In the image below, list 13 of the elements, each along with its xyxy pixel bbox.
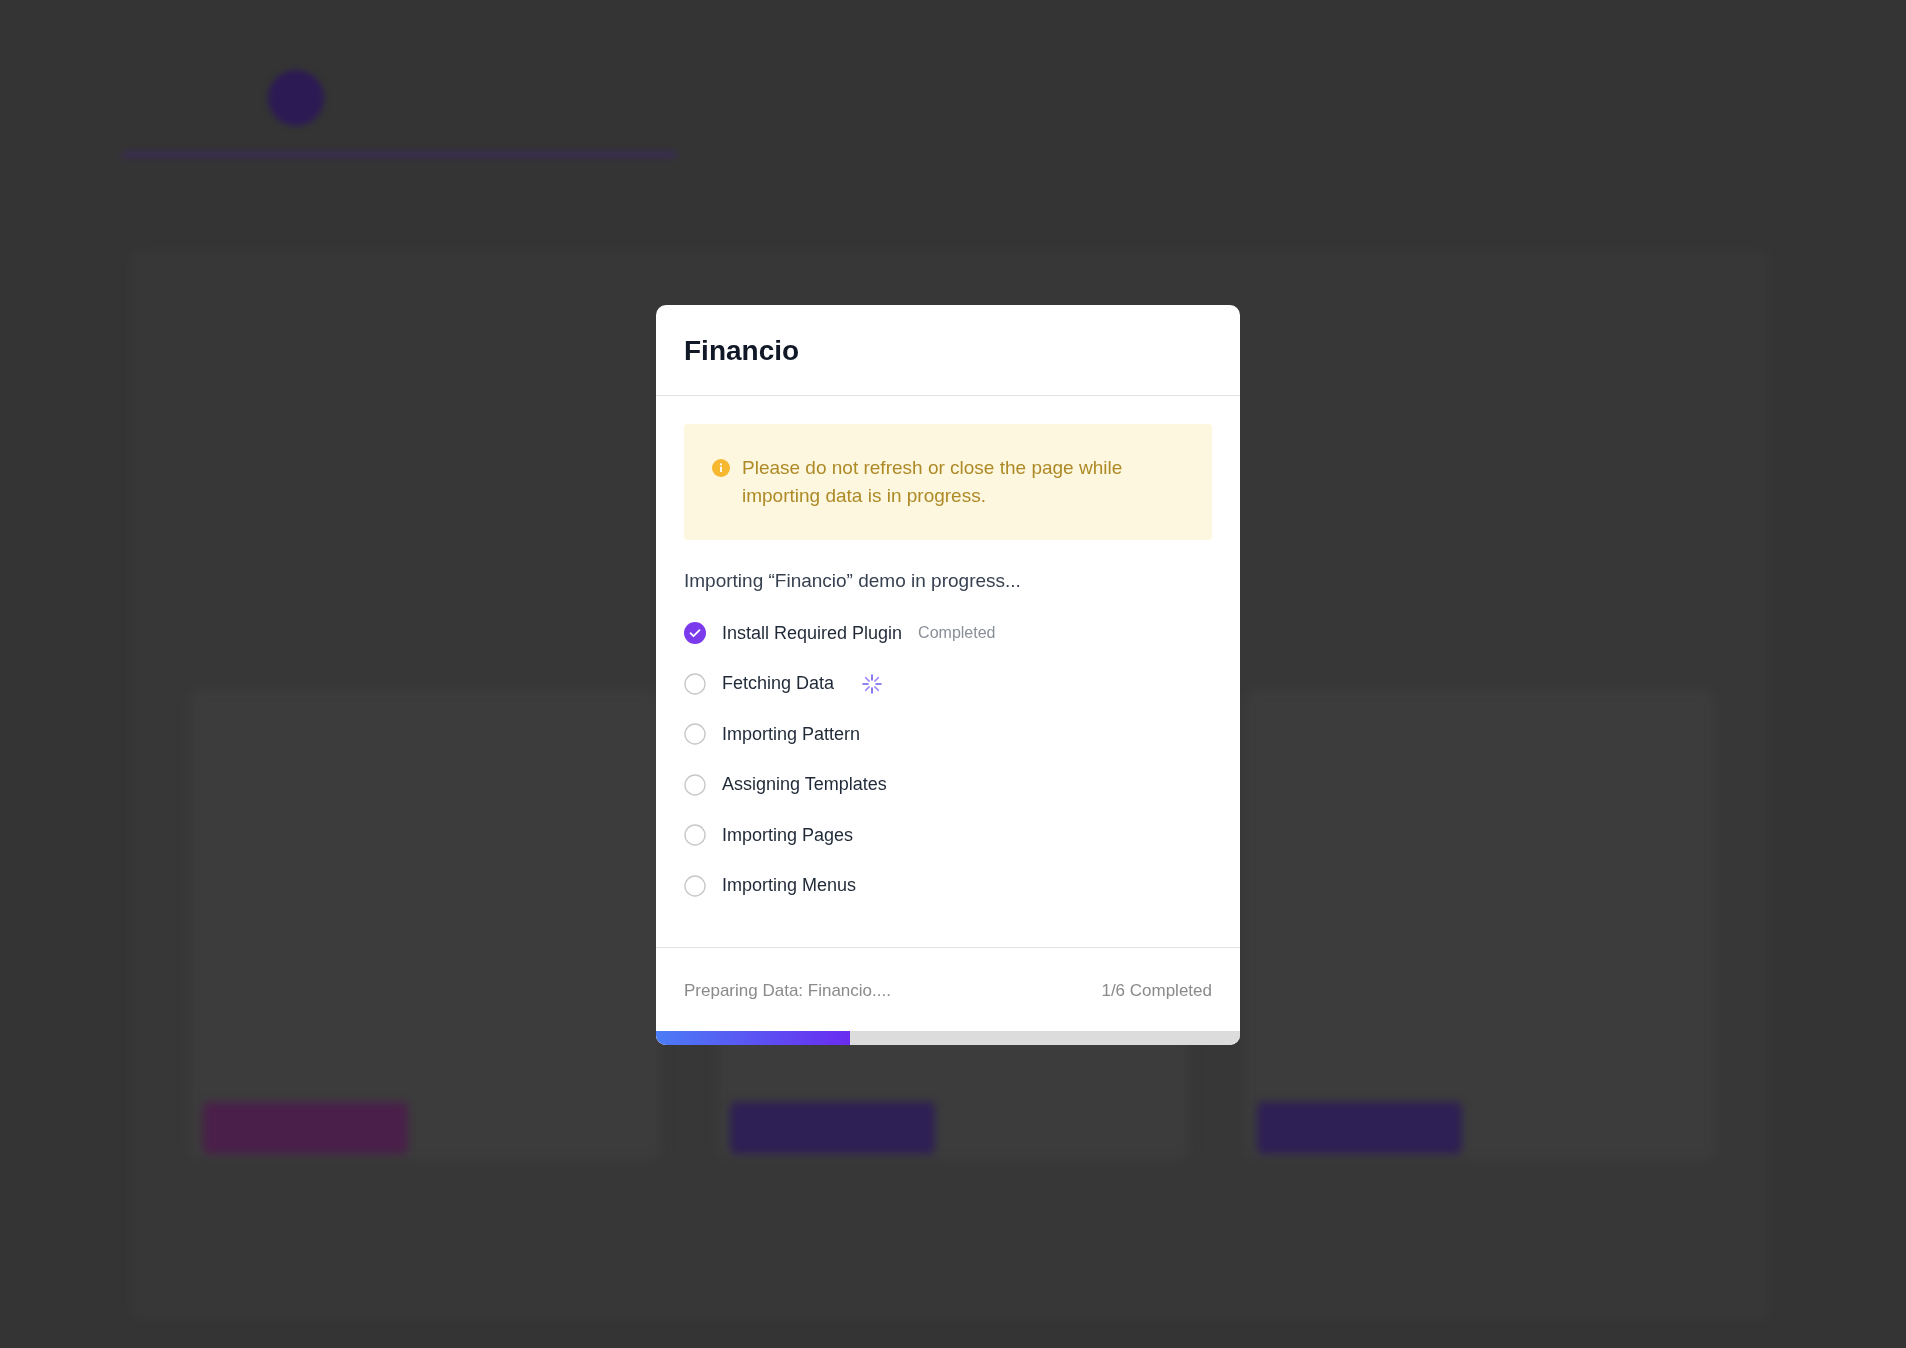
completed-count: 1/6 Completed <box>1101 980 1212 1001</box>
step-label: Importing Pattern <box>722 723 861 745</box>
footer-status-text: Preparing Data: Financio.... <box>684 980 891 1001</box>
step-label: Assigning Templates <box>722 774 887 795</box>
import-status-text: Importing “Financio” demo in progress... <box>684 570 1022 592</box>
step-status: Completed <box>918 624 996 642</box>
warning-text: Please do not refresh or close the page while importing data is in progress. <box>742 456 1124 508</box>
step-label: Fetching Data <box>722 673 835 694</box>
step-label: Install Required Plugin <box>722 622 903 644</box>
dialog-title: Financio <box>684 335 801 367</box>
info-icon <box>712 459 730 477</box>
step-label: Importing Pages <box>722 824 854 846</box>
step-label: Importing Menus <box>722 875 857 896</box>
